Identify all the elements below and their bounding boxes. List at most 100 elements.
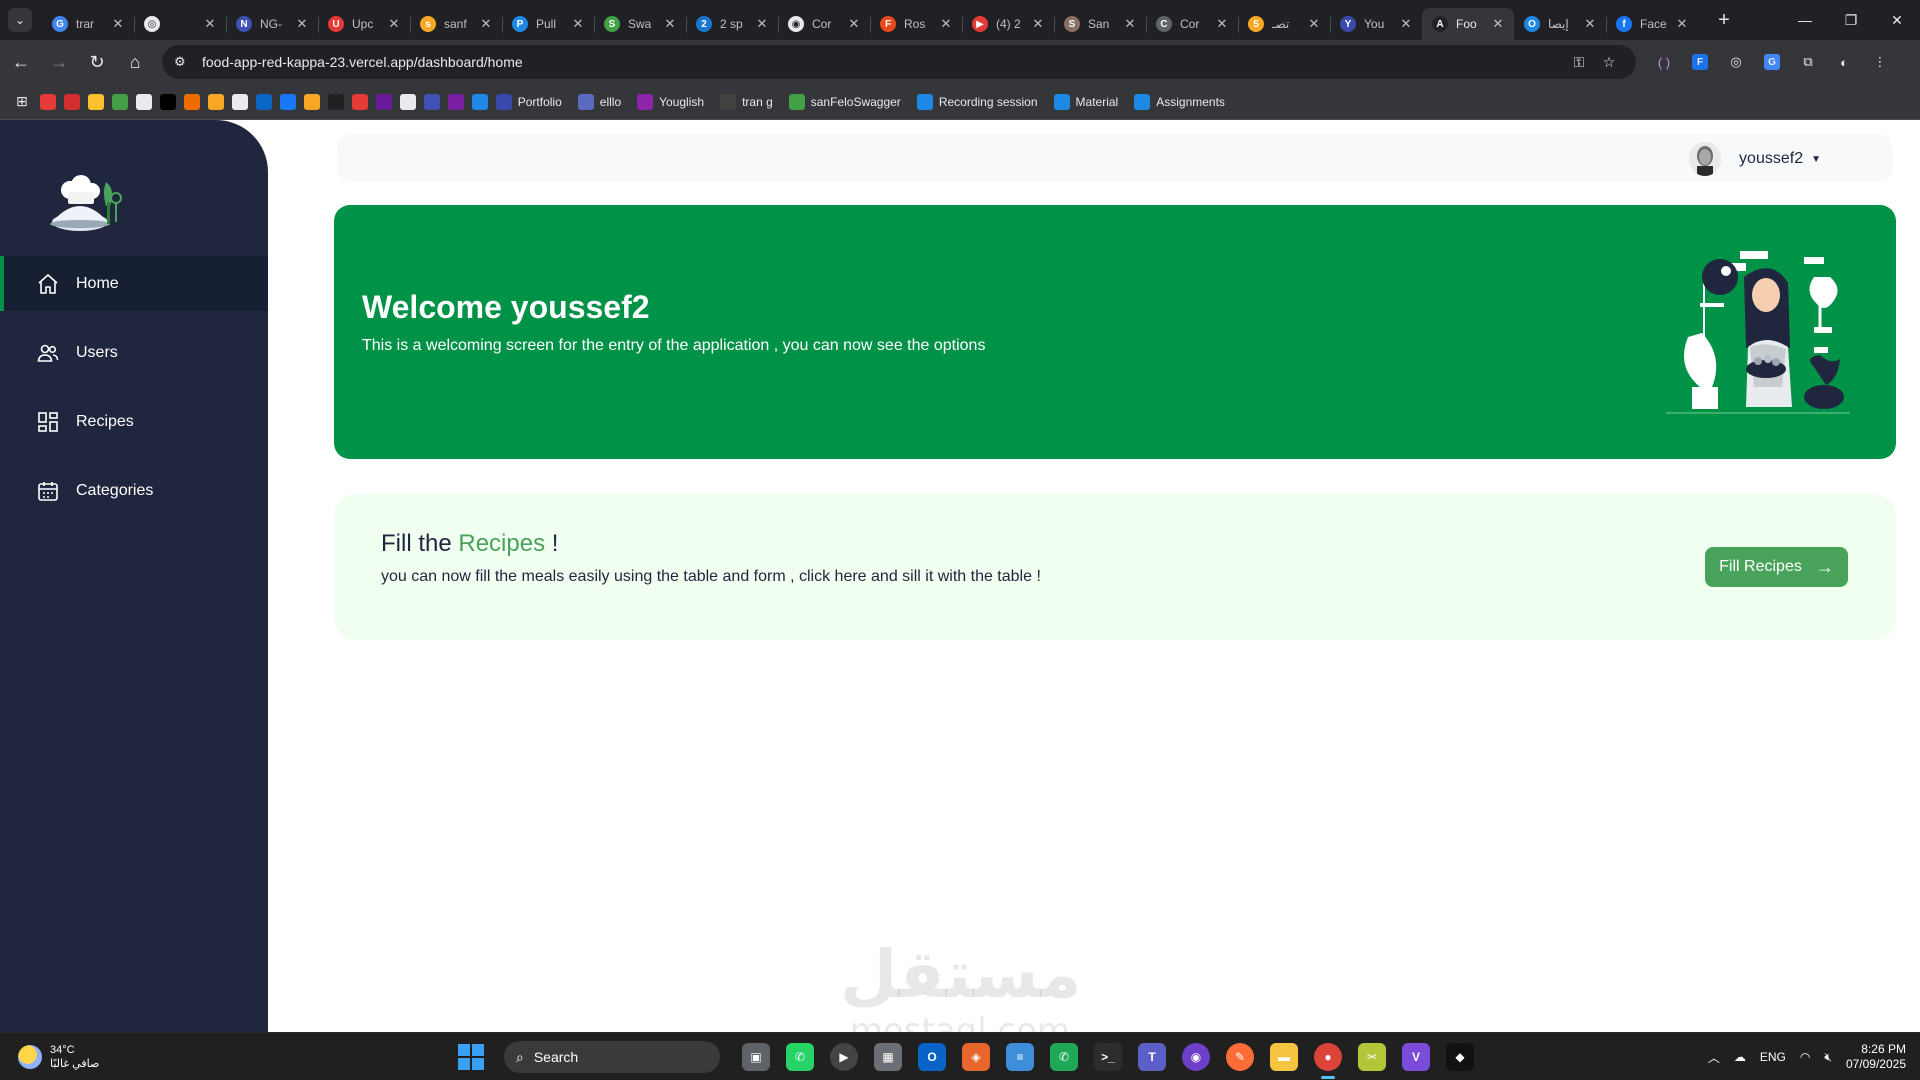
- sidebar-item-recipes[interactable]: Recipes: [0, 394, 268, 449]
- tab-title[interactable]: 2 sp: [720, 17, 754, 31]
- tab-close-icon[interactable]: ✕: [1122, 16, 1138, 32]
- tab-title[interactable]: sanf: [444, 17, 478, 31]
- site-info-icon[interactable]: ⚙: [174, 54, 198, 70]
- calculator-icon[interactable]: ▦: [874, 1043, 902, 1071]
- terminal-icon[interactable]: >_: [1094, 1043, 1122, 1071]
- browser-tab[interactable]: S San ✕: [1054, 8, 1146, 40]
- bookmark-favicon-icon[interactable]: [303, 93, 320, 110]
- bookmark-item[interactable]: Youglish: [637, 93, 704, 110]
- caret-down-icon[interactable]: ▼: [1811, 154, 1821, 165]
- bookmark-favicon-icon[interactable]: [255, 93, 272, 110]
- username-label[interactable]: youssef2: [1739, 150, 1803, 168]
- bookmark-favicon-icon[interactable]: [279, 93, 296, 110]
- tab-close-icon[interactable]: ✕: [1306, 16, 1322, 32]
- bookmark-label[interactable]: Recording session: [939, 95, 1038, 109]
- tab-close-icon[interactable]: ✕: [1582, 16, 1598, 32]
- address-bar[interactable]: ⚙ food-app-red-kappa-23.vercel.app/dashb…: [162, 45, 1636, 79]
- browser-tab[interactable]: O إيصا ✕: [1514, 8, 1606, 40]
- reload-icon[interactable]: ↻: [80, 45, 114, 79]
- url-text[interactable]: food-app-red-kappa-23.vercel.app/dashboa…: [202, 54, 1564, 70]
- tab-close-icon[interactable]: ✕: [1490, 16, 1506, 32]
- cursor-editor-icon[interactable]: ◆: [1446, 1043, 1474, 1071]
- chrome-icon[interactable]: ●: [1314, 1043, 1342, 1079]
- speaker-muted-icon[interactable]: 🔇︎: [1824, 1050, 1832, 1065]
- bookmark-item[interactable]: Portfolio: [495, 93, 562, 110]
- bookmark-label[interactable]: sanFeloSwagger: [811, 95, 901, 109]
- wifi-icon[interactable]: ◠: [1800, 1050, 1810, 1064]
- bookmark-item[interactable]: sanFeloSwagger: [788, 93, 901, 110]
- sidebar-item-users[interactable]: Users: [0, 325, 268, 380]
- bookmark-item[interactable]: tran g: [720, 93, 773, 110]
- browser-tab[interactable]: ◉ Cor ✕: [778, 8, 870, 40]
- file-explorer-icon[interactable]: ▬: [1270, 1043, 1298, 1071]
- visual-studio-icon[interactable]: V: [1402, 1043, 1430, 1071]
- extensions-puzzle-icon[interactable]: ⧉: [1790, 50, 1826, 74]
- github-desktop-icon[interactable]: ◉: [1182, 1043, 1210, 1071]
- extension-brackets-icon[interactable]: ( ): [1646, 50, 1682, 74]
- tab-close-icon[interactable]: ✕: [294, 16, 310, 32]
- restore-icon[interactable]: ❐: [1828, 0, 1874, 40]
- bookmark-label[interactable]: Material: [1076, 95, 1119, 109]
- clock[interactable]: 8:26 PM 07/09/2025: [1846, 1042, 1906, 1072]
- tray-chevron-icon[interactable]: ︿: [1708, 1049, 1720, 1066]
- avatar[interactable]: [1689, 142, 1722, 176]
- notepad-icon[interactable]: ≡: [1006, 1043, 1034, 1071]
- weather-widget[interactable]: 34°C صافي غالبًا: [18, 1043, 138, 1071]
- bookmark-favicon-icon[interactable]: [231, 93, 248, 110]
- bookmark-favicon-icon[interactable]: [135, 93, 152, 110]
- office-icon[interactable]: ◈: [962, 1043, 990, 1071]
- bookmark-favicon-icon[interactable]: [111, 93, 128, 110]
- media-player-icon[interactable]: ▶: [830, 1043, 858, 1071]
- tab-close-icon[interactable]: ✕: [1214, 16, 1230, 32]
- whatsapp-icon[interactable]: ✆: [786, 1043, 814, 1071]
- tab-close-icon[interactable]: ✕: [570, 16, 586, 32]
- sidebar-item-home[interactable]: Home: [0, 256, 268, 311]
- postman-icon[interactable]: ✎: [1226, 1043, 1254, 1071]
- bookmark-favicon-icon[interactable]: [183, 93, 200, 110]
- tab-title[interactable]: You: [1364, 17, 1398, 31]
- translate-extension-icon[interactable]: G: [1764, 54, 1780, 70]
- bookmark-label[interactable]: tran g: [742, 95, 773, 109]
- tab-title[interactable]: Foo: [1456, 17, 1490, 31]
- forward-arrow-icon[interactable]: →: [42, 45, 76, 79]
- bookmark-favicon-icon[interactable]: [351, 93, 368, 110]
- arrow-right-icon[interactable]: →: [1816, 557, 1834, 578]
- fill-recipes-button-label[interactable]: Fill Recipes: [1719, 558, 1802, 576]
- bookmark-label[interactable]: Assignments: [1156, 95, 1225, 109]
- tab-close-icon[interactable]: ✕: [938, 16, 954, 32]
- minimize-icon[interactable]: —: [1782, 0, 1828, 40]
- tab-search-chevron-icon[interactable]: ⌄: [8, 8, 32, 32]
- password-key-icon[interactable]: ⚿: [1564, 54, 1594, 71]
- task-view-icon[interactable]: ▣: [742, 1043, 770, 1071]
- browser-menu-icon[interactable]: ⋮: [1862, 50, 1898, 74]
- tab-close-icon[interactable]: ✕: [1030, 16, 1046, 32]
- extension-circle-icon[interactable]: ◎: [1718, 50, 1754, 74]
- tab-title[interactable]: Ros: [904, 17, 938, 31]
- browser-tab[interactable]: N NG- ✕: [226, 8, 318, 40]
- browser-tab[interactable]: S Swa ✕: [594, 8, 686, 40]
- browser-tab[interactable]: Y You ✕: [1330, 8, 1422, 40]
- tab-title[interactable]: Upc: [352, 17, 386, 31]
- bookmark-label[interactable]: elllo: [600, 95, 621, 109]
- back-arrow-icon[interactable]: ←: [4, 45, 38, 79]
- tab-title[interactable]: (4) 2: [996, 17, 1030, 31]
- tab-title[interactable]: إيصا: [1548, 17, 1582, 31]
- browser-tab[interactable]: A Foo ✕: [1422, 8, 1514, 40]
- extension-f-icon[interactable]: F: [1692, 54, 1708, 70]
- bookmark-item[interactable]: Assignments: [1134, 93, 1225, 110]
- tab-close-icon[interactable]: ✕: [386, 16, 402, 32]
- new-tab-plus-icon[interactable]: +: [1710, 9, 1738, 32]
- teams-icon[interactable]: T: [1138, 1043, 1166, 1071]
- bookmark-favicon-icon[interactable]: [63, 93, 80, 110]
- tab-title[interactable]: San: [1088, 17, 1122, 31]
- bookmark-favicon-icon[interactable]: [159, 93, 176, 110]
- tab-close-icon[interactable]: ✕: [478, 16, 494, 32]
- browser-tab[interactable]: C Cor ✕: [1146, 8, 1238, 40]
- tab-close-icon[interactable]: ✕: [1398, 16, 1414, 32]
- bookmark-item[interactable]: Material: [1053, 93, 1119, 110]
- bookmark-favicon-icon[interactable]: [207, 93, 224, 110]
- onedrive-icon[interactable]: ☁: [1734, 1050, 1746, 1064]
- browser-tab[interactable]: P Pull ✕: [502, 8, 594, 40]
- bookmark-label[interactable]: Youglish: [659, 95, 704, 109]
- tab-close-icon[interactable]: ✕: [754, 16, 770, 32]
